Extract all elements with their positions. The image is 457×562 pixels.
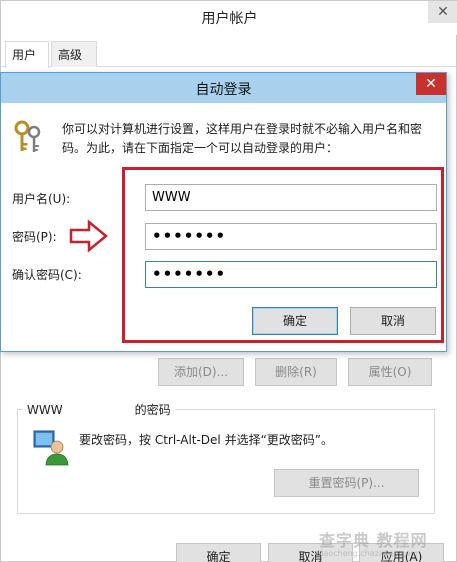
dialog-close-button[interactable]: ✕ <box>416 73 446 95</box>
cancel-button[interactable]: 取消 <box>268 543 353 562</box>
window-titlebar: 用户帐户 ✕ <box>1 1 457 35</box>
ok-button[interactable]: 确定 <box>176 543 261 562</box>
legend-suffix: 的密码 <box>134 403 171 417</box>
dialog-titlebar: 自动登录 ✕ <box>1 73 446 103</box>
tab-strip: 用户 高级 <box>1 41 457 68</box>
user-icon <box>33 430 69 466</box>
tab-advanced[interactable]: 高级 <box>51 41 97 67</box>
legend-username: WWW <box>27 403 63 417</box>
password-group-legend: WWW 的密码 <box>23 401 175 418</box>
window-close-button[interactable]: ✕ <box>428 1 457 23</box>
dialog-title: 自动登录 <box>195 82 252 98</box>
keys-icon <box>14 120 41 152</box>
reset-password-button[interactable]: 重置密码(P)... <box>274 469 419 497</box>
auto-logon-dialog: 自动登录 ✕ 你可以对计算机进行设置，这样用户在登录时就不必输入用户名和密码。为… <box>0 72 447 352</box>
properties-button[interactable]: 属性(O) <box>348 358 432 386</box>
remove-user-button[interactable]: 删除(R) <box>255 358 337 386</box>
window-title: 用户帐户 <box>201 11 258 27</box>
apply-button[interactable]: 应用(A) <box>359 543 444 562</box>
redacted-area <box>62 402 135 414</box>
dialog-description: 你可以对计算机进行设置，这样用户在登录时就不必输入用户名和密码。为此，请在下面指… <box>62 122 423 155</box>
right-arrow-icon <box>69 219 108 253</box>
confirm-password-label: 确认密码(C): <box>12 268 82 282</box>
change-password-instruction: 要改密码，按 Ctrl-Alt-Del 并选择“更改密码”。 <box>79 433 334 447</box>
password-groupbox <box>17 409 435 514</box>
password-label: 密码(P): <box>12 230 57 244</box>
username-label: 用户名(U): <box>12 192 71 206</box>
tab-users[interactable]: 用户 <box>5 41 49 68</box>
add-user-button[interactable]: 添加(D)... <box>158 358 244 386</box>
highlight-box <box>122 167 444 343</box>
